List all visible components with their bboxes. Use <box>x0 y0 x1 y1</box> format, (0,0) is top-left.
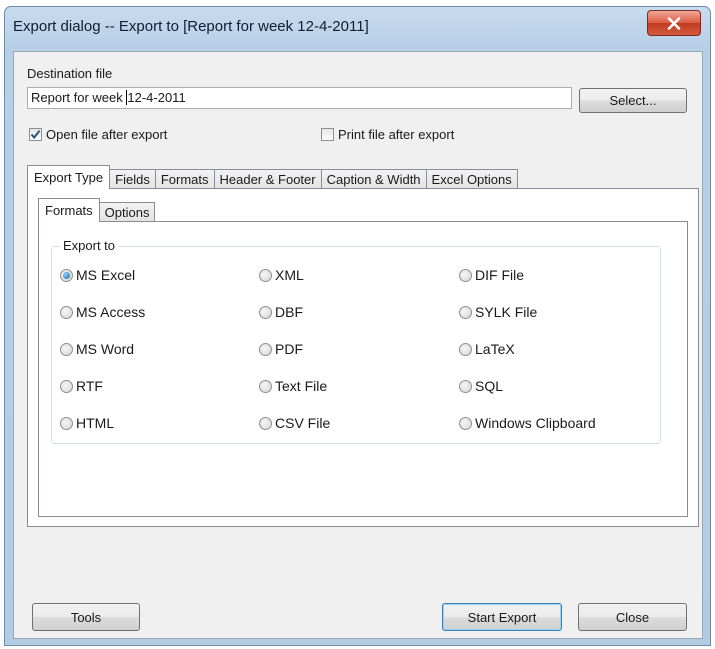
close-icon <box>667 16 681 30</box>
close-button-label: Close <box>615 609 650 625</box>
radio-button-html[interactable] <box>60 416 73 430</box>
radio-sylk-file[interactable]: SYLK File <box>459 304 537 320</box>
radio-pdf[interactable]: PDF <box>259 341 303 357</box>
export-to-group: Export to MS Excel MS Access MS Word RTF HTM… <box>51 238 661 444</box>
formats-panel: Export to MS Excel MS Access MS Word RTF HTM… <box>38 221 688 517</box>
radio-xml[interactable]: XML <box>259 267 304 283</box>
radio-label-ms-excel: MS Excel <box>76 267 136 283</box>
subtab-options[interactable]: Options <box>98 202 156 222</box>
dialog-client-area: Destination file Report for week 12-4-20… <box>13 51 703 639</box>
radio-label-ms-word: MS Word <box>76 341 135 357</box>
radio-selected-dot <box>63 271 70 279</box>
radio-latex[interactable]: LaTeX <box>459 341 515 357</box>
export-type-panel: Formats Options Export to MS Excel MS Acc… <box>27 188 699 527</box>
radio-label-sylk-file: SYLK File <box>475 304 538 320</box>
main-tab-strip: Export Type Fields Formats Header & Foot… <box>27 165 518 189</box>
radio-button-ms-word[interactable] <box>60 342 73 356</box>
radio-rtf[interactable]: RTF <box>60 378 103 394</box>
export-dialog-window: Export dialog -- Export to [Report for w… <box>4 6 711 646</box>
radio-html[interactable]: HTML <box>60 415 114 431</box>
select-file-button[interactable]: Select... <box>579 88 687 113</box>
radio-button-latex[interactable] <box>459 342 472 356</box>
close-window-button[interactable] <box>647 10 701 36</box>
tab-excel-options[interactable]: Excel Options <box>425 169 518 189</box>
radio-label-dif-file: DIF File <box>475 267 524 283</box>
destination-file-label: Destination file <box>27 66 113 81</box>
radio-label-latex: LaTeX <box>475 341 515 357</box>
radio-label-html: HTML <box>76 415 115 431</box>
tools-button[interactable]: Tools <box>32 603 140 631</box>
tab-fields[interactable]: Fields <box>109 169 156 189</box>
title-bar[interactable]: Export dialog -- Export to [Report for w… <box>5 7 710 45</box>
subtab-formats[interactable]: Formats <box>38 198 100 222</box>
radio-button-xml[interactable] <box>259 268 272 282</box>
print-after-export-label: Print file after export <box>338 127 455 142</box>
radio-label-ms-access: MS Access <box>76 304 146 320</box>
open-after-export-box[interactable] <box>29 128 42 141</box>
print-after-export-box[interactable] <box>321 128 334 141</box>
radio-button-dbf[interactable] <box>259 305 272 319</box>
radio-button-ms-access[interactable] <box>60 305 73 319</box>
radio-button-csv-file[interactable] <box>259 416 272 430</box>
radio-button-dif-file[interactable] <box>459 268 472 282</box>
radio-button-ms-excel[interactable] <box>60 268 73 282</box>
radio-label-text-file: Text File <box>275 378 328 394</box>
radio-ms-access[interactable]: MS Access <box>60 304 145 320</box>
radio-dif-file[interactable]: DIF File <box>459 267 524 283</box>
radio-label-csv-file: CSV File <box>275 415 331 431</box>
radio-ms-excel[interactable]: MS Excel <box>60 267 135 283</box>
radio-label-windows-clipboard: Windows Clipboard <box>475 415 596 431</box>
radio-windows-clipboard[interactable]: Windows Clipboard <box>459 415 596 431</box>
radio-label-xml: XML <box>275 267 304 283</box>
destination-file-value-end: 12-4-2011 <box>127 90 186 105</box>
tools-label: Tools <box>70 609 102 625</box>
radio-ms-word[interactable]: MS Word <box>60 341 134 357</box>
radio-label-rtf: RTF <box>76 378 103 394</box>
start-export-button[interactable]: Start Export <box>442 603 562 631</box>
close-button[interactable]: Close <box>578 603 687 631</box>
radio-button-windows-clipboard[interactable] <box>459 416 472 430</box>
radio-button-sylk-file[interactable] <box>459 305 472 319</box>
tab-header-footer[interactable]: Header & Footer <box>213 169 322 189</box>
print-after-export-checkbox[interactable]: Print file after export <box>321 127 454 142</box>
radio-dbf[interactable]: DBF <box>259 304 303 320</box>
radio-sql[interactable]: SQL <box>459 378 503 394</box>
radio-label-pdf: PDF <box>275 341 303 357</box>
radio-button-rtf[interactable] <box>60 379 73 393</box>
checkmark-icon <box>30 130 41 140</box>
radio-button-text-file[interactable] <box>259 379 272 393</box>
radio-label-dbf: DBF <box>275 304 303 320</box>
tab-formats[interactable]: Formats <box>154 169 215 189</box>
sub-tab-strip: Formats Options <box>38 198 156 222</box>
radio-text-file[interactable]: Text File <box>259 378 327 394</box>
select-file-label: Select... <box>609 93 657 108</box>
start-export-label: Start Export <box>467 609 537 625</box>
tab-export-type[interactable]: Export Type <box>27 165 111 189</box>
destination-file-value-start: Report for week <box>31 90 127 105</box>
radio-label-sql: SQL <box>475 378 504 394</box>
tab-caption-width[interactable]: Caption & Width <box>320 169 427 189</box>
open-after-export-label: Open file after export <box>46 127 168 142</box>
window-title: Export dialog -- Export to [Report for w… <box>13 18 369 35</box>
destination-file-input[interactable]: Report for week 12-4-2011 <box>27 87 572 109</box>
export-to-legend: Export to <box>60 238 119 253</box>
radio-csv-file[interactable]: CSV File <box>259 415 330 431</box>
open-after-export-checkbox[interactable]: Open file after export <box>29 127 167 142</box>
radio-button-sql[interactable] <box>459 379 472 393</box>
radio-button-pdf[interactable] <box>259 342 272 356</box>
